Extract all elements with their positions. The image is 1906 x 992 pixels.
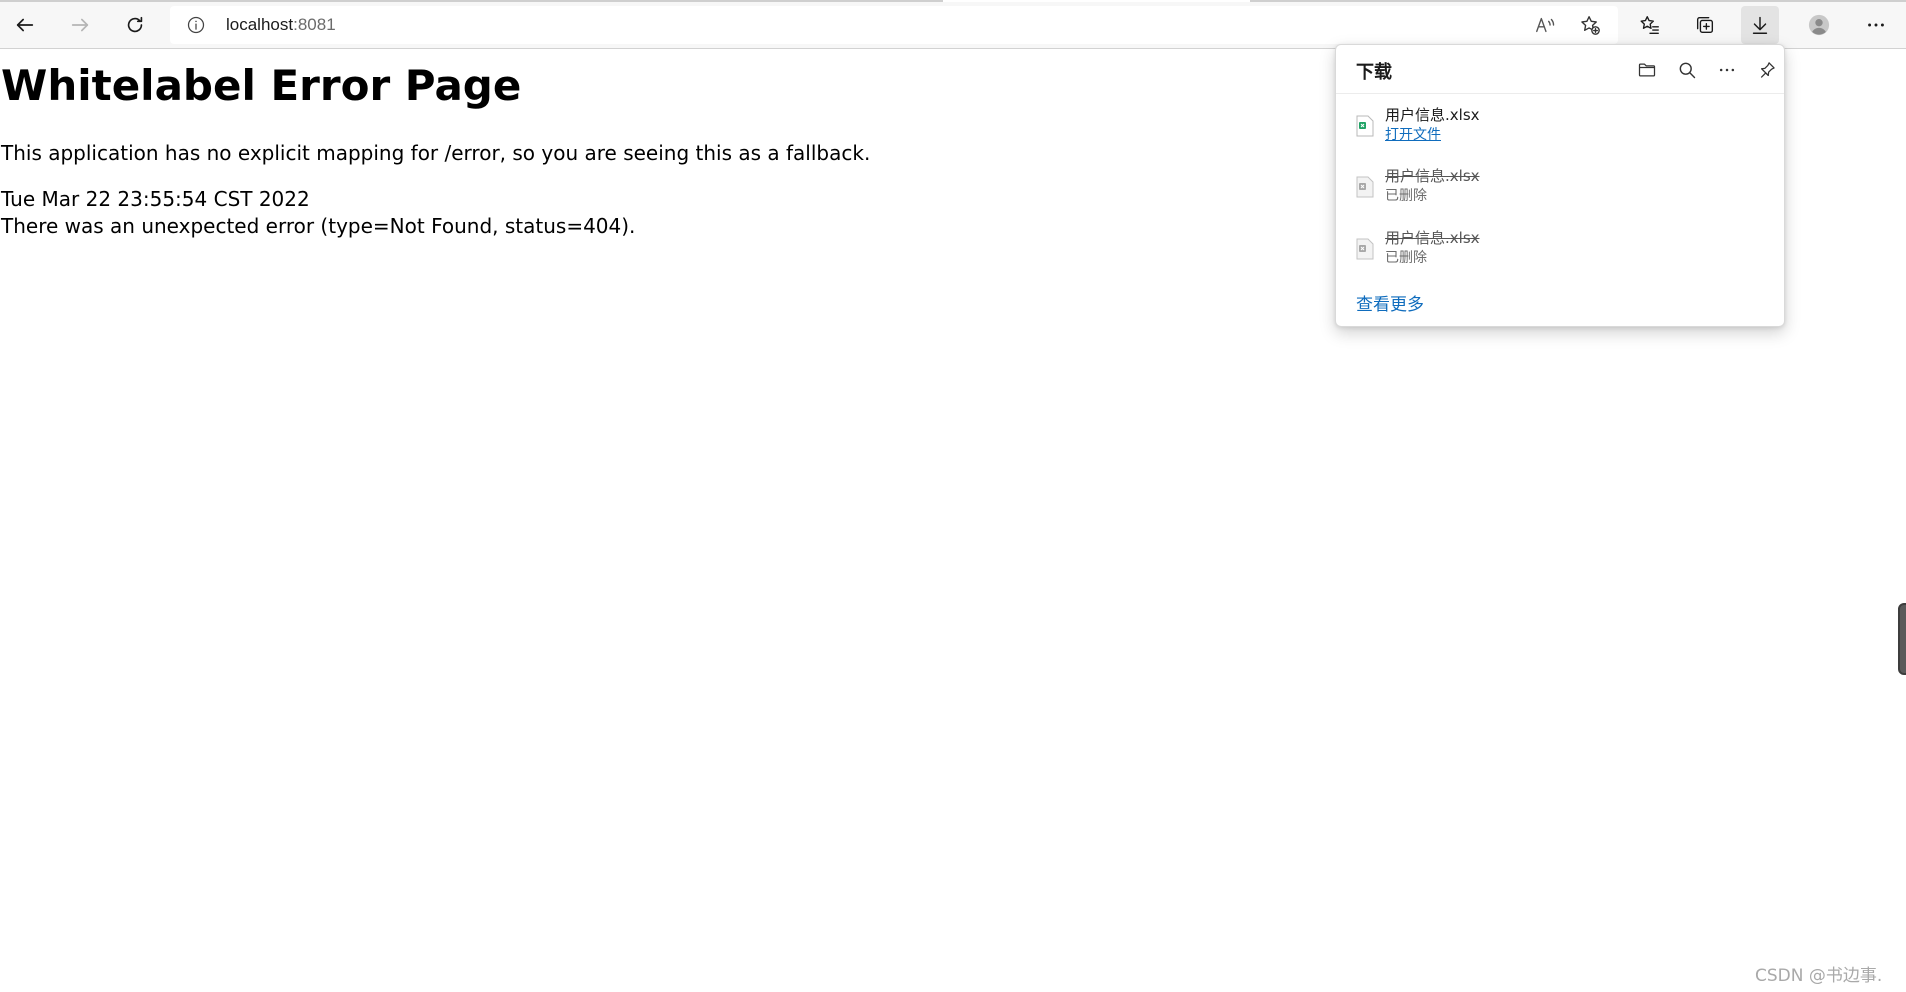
download-item[interactable]: 用户信息.xlsx 已删除 <box>1336 220 1784 278</box>
downloads-button[interactable] <box>1741 6 1779 44</box>
error-details: Tue Mar 22 23:55:54 CST 2022 There was a… <box>1 186 635 240</box>
download-icon <box>1752 16 1768 34</box>
download-item[interactable]: 用户信息.xlsx 打开文件 <box>1336 97 1784 155</box>
refresh-icon <box>127 16 143 33</box>
active-tab-indicator <box>943 0 1250 2</box>
deleted-file-icon <box>1356 238 1374 260</box>
info-icon[interactable] <box>186 15 206 35</box>
back-button[interactable] <box>6 6 44 44</box>
add-favorite-icon[interactable] <box>1579 14 1601 36</box>
download-status: 已删除 <box>1385 188 1427 204</box>
error-status: There was an unexpected error (type=Not … <box>1 214 636 238</box>
error-message: This application has no explicit mapping… <box>1 141 871 165</box>
open-downloads-folder-button[interactable] <box>1632 55 1662 85</box>
sidebar-handle[interactable] <box>1898 603 1906 675</box>
collections-button[interactable] <box>1686 6 1724 44</box>
download-file-name[interactable]: 用户信息.xlsx <box>1385 104 1480 125</box>
settings-more-button[interactable] <box>1857 6 1895 44</box>
downloads-title: 下载 <box>1356 62 1392 83</box>
url-host: localhost <box>226 15 294 34</box>
browser-toolbar: localhost:8081 <box>0 0 1906 49</box>
search-icon <box>1679 62 1696 79</box>
read-aloud-icon[interactable] <box>1534 14 1556 36</box>
avatar-icon <box>1808 14 1830 36</box>
downloads-more-options-button[interactable] <box>1712 55 1742 85</box>
tab-strip-edge <box>0 0 943 2</box>
download-item[interactable]: 用户信息.xlsx 已删除 <box>1336 158 1784 216</box>
see-more-link[interactable]: 查看更多 <box>1356 290 1424 315</box>
downloads-header: 下载 <box>1336 45 1784 94</box>
error-timestamp: Tue Mar 22 23:55:54 CST 2022 <box>1 187 310 211</box>
url-port: :8081 <box>293 15 336 34</box>
forward-button[interactable] <box>61 6 99 44</box>
search-downloads-button[interactable] <box>1672 55 1702 85</box>
favorites-button[interactable] <box>1631 6 1669 44</box>
watermark: CSDN @书边事. <box>1755 966 1883 986</box>
refresh-button[interactable] <box>116 6 154 44</box>
arrow-right-icon <box>71 18 89 32</box>
download-file-name: 用户信息.xlsx <box>1385 229 1480 247</box>
deleted-file-icon <box>1356 176 1374 198</box>
downloads-flyout: 下载 用户信息.xlsx 打开文件 用户信息.xlsx 已删除 用户信息.xls… <box>1335 44 1785 327</box>
url-text[interactable]: localhost:8081 <box>226 15 336 35</box>
open-file-link[interactable]: 打开文件 <box>1385 124 1441 144</box>
arrow-left-icon <box>16 18 34 32</box>
folder-icon <box>1638 63 1656 77</box>
more-horizontal-icon <box>1868 23 1884 27</box>
pin-icon <box>1760 62 1775 78</box>
page-title: Whitelabel Error Page <box>1 61 522 110</box>
collections-icon <box>1696 16 1714 34</box>
excel-file-icon <box>1356 115 1374 137</box>
download-status: 已删除 <box>1385 250 1427 266</box>
download-file-name: 用户信息.xlsx <box>1385 167 1480 185</box>
more-horizontal-icon <box>1719 68 1735 72</box>
profile-button[interactable] <box>1800 6 1838 44</box>
pin-downloads-button[interactable] <box>1752 55 1782 85</box>
tab-strip-edge-right <box>1250 0 1906 2</box>
favorites-list-icon <box>1640 16 1659 34</box>
address-bar[interactable]: localhost:8081 <box>170 6 1618 44</box>
